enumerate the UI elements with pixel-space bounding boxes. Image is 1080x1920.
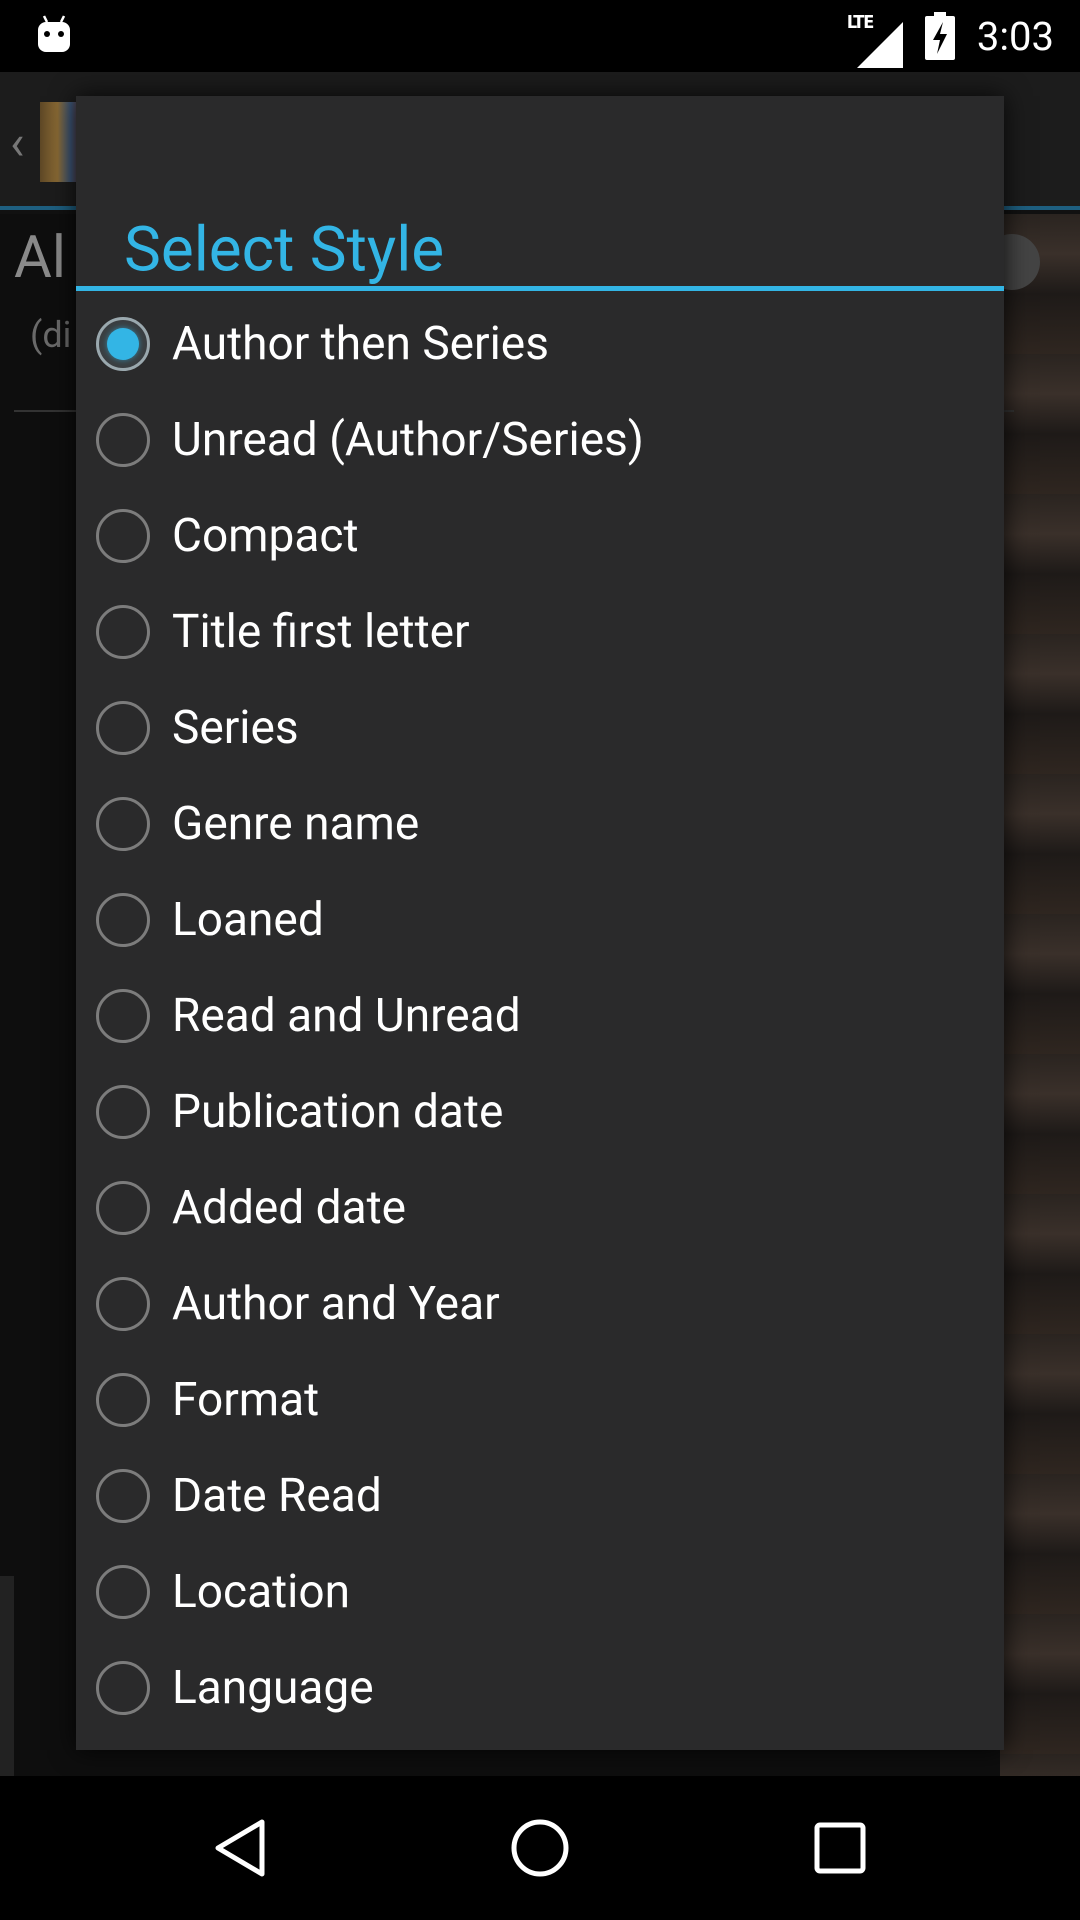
dialog-header: Select Style	[76, 96, 1004, 287]
style-option-label: Added date	[172, 1181, 407, 1235]
home-icon	[511, 1819, 569, 1877]
style-option[interactable]: Author then Series	[76, 296, 1004, 392]
radio-unchecked-icon[interactable]	[96, 989, 150, 1043]
style-option[interactable]: Format	[76, 1352, 1004, 1448]
status-bar: LTE 3:03	[0, 0, 1080, 72]
dialog-title: Select Style	[124, 213, 445, 287]
style-option[interactable]: Title first letter	[76, 584, 1004, 680]
radio-unchecked-icon[interactable]	[96, 1373, 150, 1427]
style-option-label: Title first letter	[172, 605, 470, 659]
style-option-label: Date Read	[172, 1469, 382, 1523]
style-option-label: Genre name	[172, 797, 420, 851]
background-heading: Al	[14, 224, 66, 292]
back-chevron-icon: ‹	[10, 114, 25, 171]
style-option[interactable]: Location	[76, 1544, 1004, 1640]
lte-signal: LTE	[847, 12, 907, 68]
radio-unchecked-icon[interactable]	[96, 413, 150, 467]
radio-unchecked-icon[interactable]	[96, 797, 150, 851]
radio-unchecked-icon[interactable]	[96, 701, 150, 755]
radio-unchecked-icon[interactable]	[96, 605, 150, 659]
style-option[interactable]: Loaned	[76, 872, 1004, 968]
style-option-label: Unread (Author/Series)	[172, 413, 644, 467]
style-option-label: Compact	[172, 509, 359, 563]
radio-unchecked-icon[interactable]	[96, 1181, 150, 1235]
background-subtitle: (di	[30, 314, 72, 356]
signal-icon	[856, 22, 903, 68]
radio-checked-icon[interactable]	[96, 317, 150, 371]
style-option-list: Author then Series Unread (Author/Series)…	[76, 296, 1004, 1736]
style-option[interactable]: Genre name	[76, 776, 1004, 872]
status-right-icons: LTE 3:03	[847, 0, 1054, 72]
style-option[interactable]: Publication date	[76, 1064, 1004, 1160]
style-option[interactable]: Author and Year	[76, 1256, 1004, 1352]
radio-unchecked-icon[interactable]	[96, 893, 150, 947]
battery-charging-icon	[924, 12, 955, 60]
radio-unchecked-icon[interactable]	[96, 509, 150, 563]
back-button[interactable]	[190, 1798, 290, 1898]
recents-button[interactable]	[790, 1798, 890, 1898]
radio-unchecked-icon[interactable]	[96, 1565, 150, 1619]
back-icon	[215, 1819, 265, 1877]
style-option-label: Author then Series	[172, 317, 549, 371]
select-style-dialog: Select Style Author then Series Unread (A…	[76, 96, 1004, 1750]
radio-unchecked-icon[interactable]	[96, 1469, 150, 1523]
style-option[interactable]: Language	[76, 1640, 1004, 1736]
style-option-label: Loaned	[172, 893, 324, 947]
radio-unchecked-icon[interactable]	[96, 1661, 150, 1715]
style-option[interactable]: Series	[76, 680, 1004, 776]
radio-unchecked-icon[interactable]	[96, 1277, 150, 1331]
home-button[interactable]	[490, 1798, 590, 1898]
navigation-bar	[0, 1776, 1080, 1920]
style-option-label: Author and Year	[172, 1277, 500, 1331]
style-option[interactable]: Added date	[76, 1160, 1004, 1256]
style-option-label: Format	[172, 1373, 320, 1427]
left-strip	[0, 1576, 14, 1776]
radio-dot-icon	[107, 328, 139, 360]
radio-unchecked-icon[interactable]	[96, 1085, 150, 1139]
style-option-label: Location	[172, 1565, 350, 1619]
clock: 3:03	[976, 12, 1054, 60]
style-option[interactable]: Compact	[76, 488, 1004, 584]
title-divider	[76, 286, 1004, 291]
style-option-label: Read and Unread	[172, 989, 521, 1043]
style-option-label: Publication date	[172, 1085, 504, 1139]
style-option[interactable]: Read and Unread	[76, 968, 1004, 1064]
style-option-label: Series	[172, 701, 299, 755]
recents-icon	[814, 1822, 866, 1874]
style-option[interactable]: Unread (Author/Series)	[76, 392, 1004, 488]
style-option-label: Language	[172, 1661, 374, 1715]
bookshelf-texture	[1000, 214, 1080, 1776]
android-notification-icon	[38, 15, 70, 52]
style-option[interactable]: Date Read	[76, 1448, 1004, 1544]
